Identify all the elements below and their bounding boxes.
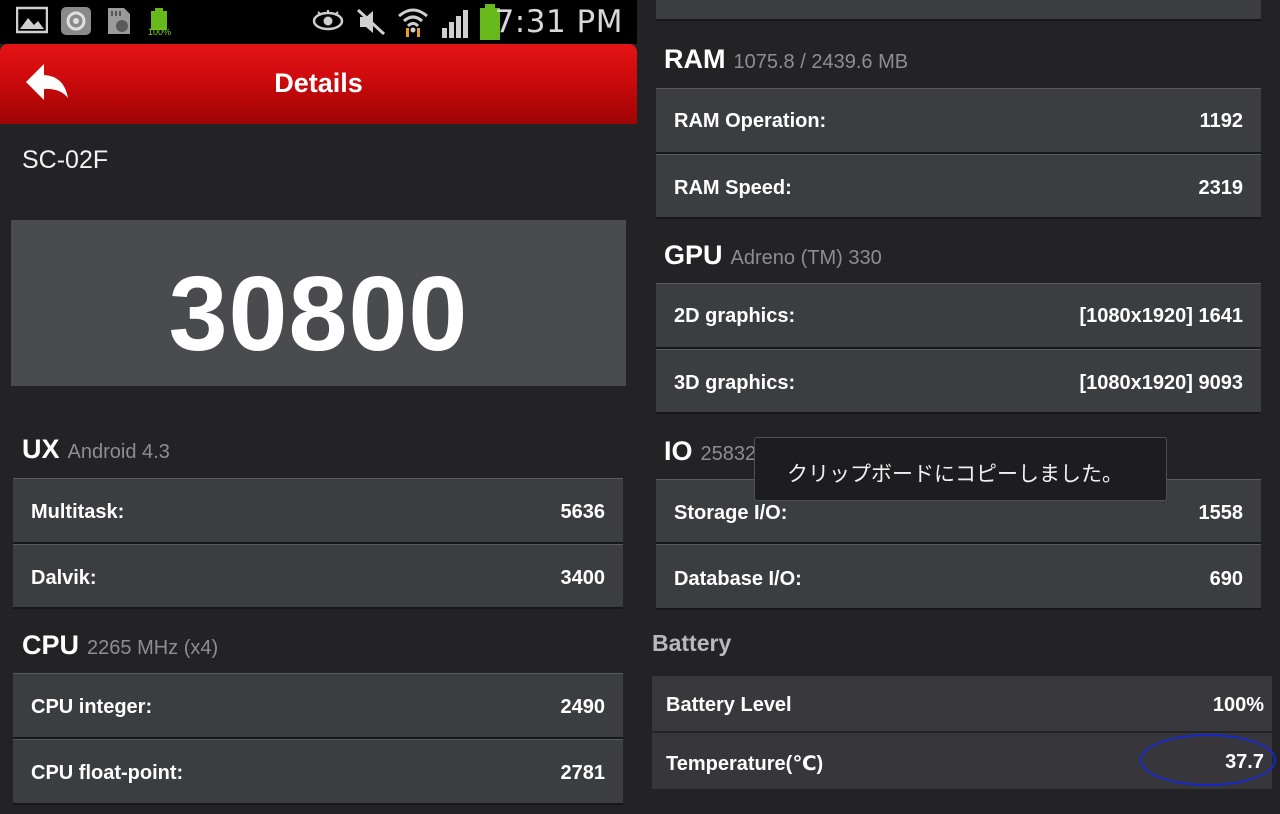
copied-toast: クリップボードにコピーしました。 xyxy=(754,437,1167,501)
device-model: SC-02F xyxy=(22,146,109,174)
result-label: Database I/O: xyxy=(674,568,802,590)
total-score: 30800 xyxy=(168,255,469,373)
section-io: IO 25832 xyxy=(664,436,756,467)
section-ux: UX Android 4.3 xyxy=(22,434,170,465)
result-value: 2319 xyxy=(1198,177,1244,199)
result-row-3d-graphics[interactable]: 3D graphics: [1080x1920] 9093 xyxy=(656,349,1261,414)
total-score-panel: 30800 xyxy=(11,220,626,386)
result-row-cpu-integer[interactable]: CPU integer: 2490 xyxy=(13,673,623,739)
result-label: Storage I/O: xyxy=(674,502,788,524)
status-bar: 100% 7:31 PM xyxy=(0,0,637,44)
left-screenshot: 100% 7:31 PM Details SC-02F 30800 UX And… xyxy=(0,0,637,814)
toast-message: クリップボードにコピーしました。 xyxy=(787,463,1123,486)
section-battery-title: Battery xyxy=(652,630,732,656)
result-row-multitask[interactable]: Multitask: 5636 xyxy=(13,478,623,544)
result-value: [1080x1920] 1641 xyxy=(1079,305,1243,327)
section-cpu-subtitle: 2265 MHz (x4) xyxy=(87,637,219,659)
gallery-icon xyxy=(16,6,48,34)
section-cpu: CPU 2265 MHz (x4) xyxy=(22,630,218,661)
result-row-cpu-float[interactable]: CPU float-point: 2781 xyxy=(13,739,623,805)
result-label: RAM Speed: xyxy=(674,177,792,199)
result-row-database-io[interactable]: Database I/O: 690 xyxy=(656,544,1261,610)
sd-card-icon xyxy=(108,8,130,34)
result-row-ram-operation[interactable]: RAM Operation: 1192 xyxy=(656,88,1261,154)
settings-icon xyxy=(61,7,91,35)
cropped-row xyxy=(656,0,1261,21)
section-gpu: GPU Adreno (TM) 330 xyxy=(664,240,882,271)
section-gpu-title: GPU xyxy=(664,240,723,270)
result-row-ram-speed[interactable]: RAM Speed: 2319 xyxy=(656,154,1261,219)
section-gpu-subtitle: Adreno (TM) 330 xyxy=(730,247,882,269)
result-value: 2490 xyxy=(560,696,606,718)
result-label: Temperature(℃) xyxy=(666,753,824,775)
battery-small-icon: 100% xyxy=(148,8,172,38)
result-label: 3D graphics: xyxy=(674,372,796,394)
result-value: 3400 xyxy=(560,567,606,589)
result-value: 100% xyxy=(1212,694,1264,716)
result-row-2d-graphics[interactable]: 2D graphics: [1080x1920] 1641 xyxy=(656,283,1261,349)
section-ux-subtitle: Android 4.3 xyxy=(67,441,170,463)
clock: 7:31 PM xyxy=(494,4,623,40)
result-label: CPU float-point: xyxy=(31,762,184,784)
result-value: 2781 xyxy=(560,762,606,784)
result-value: 1558 xyxy=(1198,502,1244,524)
highlight-ellipse xyxy=(1140,734,1276,786)
section-ram-subtitle: 1075.8 / 2439.6 MB xyxy=(733,51,909,73)
section-io-subtitle: 25832 xyxy=(700,443,757,465)
eye-icon xyxy=(312,10,344,31)
result-label: 2D graphics: xyxy=(674,305,796,327)
page-title: Details xyxy=(274,68,363,98)
action-bar: Details xyxy=(0,44,637,124)
battery-small-percent: 100% xyxy=(148,27,172,37)
result-value: [1080x1920] 9093 xyxy=(1079,372,1243,394)
right-screenshot: RAM 1075.8 / 2439.6 MB RAM Operation: 119… xyxy=(637,0,1280,814)
result-label: Battery Level xyxy=(666,694,792,716)
result-value: 1192 xyxy=(1199,110,1243,132)
result-row-dalvik[interactable]: Dalvik: 3400 xyxy=(13,544,623,609)
result-label: RAM Operation: xyxy=(674,110,827,132)
section-cpu-title: CPU xyxy=(22,630,80,660)
result-label: Dalvik: xyxy=(31,567,97,589)
section-io-title: IO xyxy=(664,436,693,466)
result-value: 5636 xyxy=(560,501,606,523)
battery-row-level: Battery Level 100% xyxy=(652,676,1272,731)
result-label: Multitask: xyxy=(31,501,125,523)
result-value: 690 xyxy=(1209,568,1243,590)
result-label: CPU integer: xyxy=(31,696,153,718)
mute-icon xyxy=(356,8,386,36)
signal-icon xyxy=(442,10,468,38)
section-ram-title: RAM xyxy=(664,44,726,74)
wifi-icon xyxy=(398,8,428,37)
section-ram: RAM 1075.8 / 2439.6 MB xyxy=(664,44,908,75)
section-ux-title: UX xyxy=(22,434,60,464)
